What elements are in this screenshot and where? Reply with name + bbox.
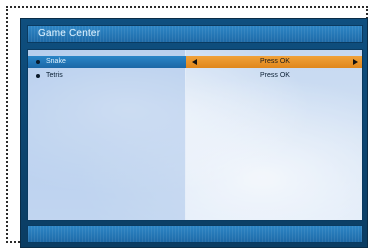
game-center-window: Game Center Snake Press OK Tetris Press … bbox=[20, 18, 368, 248]
game-list: Snake Press OK Tetris Press OK bbox=[28, 56, 362, 84]
bullet-icon bbox=[36, 60, 40, 64]
game-name: Tetris bbox=[46, 72, 63, 79]
screenshot-frame: Game Center Snake Press OK Tetris Press … bbox=[6, 6, 368, 248]
game-action-label: Press OK bbox=[260, 72, 290, 79]
game-name-cell[interactable]: Tetris bbox=[28, 70, 186, 82]
game-action-label: Press OK bbox=[260, 58, 290, 65]
triangle-left-icon[interactable] bbox=[192, 59, 197, 65]
window-title: Game Center bbox=[38, 28, 101, 39]
game-row-tetris[interactable]: Tetris Press OK bbox=[28, 70, 362, 82]
game-action-cell[interactable]: Press OK bbox=[186, 70, 362, 82]
game-action-cell[interactable]: Press OK bbox=[186, 56, 362, 68]
game-list-area: Snake Press OK Tetris Press OK bbox=[27, 49, 363, 221]
bottom-status-bar bbox=[27, 225, 363, 243]
game-name-cell[interactable]: Snake bbox=[28, 56, 186, 68]
bullet-icon bbox=[36, 74, 40, 78]
game-name: Snake bbox=[46, 58, 66, 65]
triangle-right-icon[interactable] bbox=[353, 59, 358, 65]
title-bar: Game Center bbox=[27, 25, 363, 43]
game-row-snake[interactable]: Snake Press OK bbox=[28, 56, 362, 68]
